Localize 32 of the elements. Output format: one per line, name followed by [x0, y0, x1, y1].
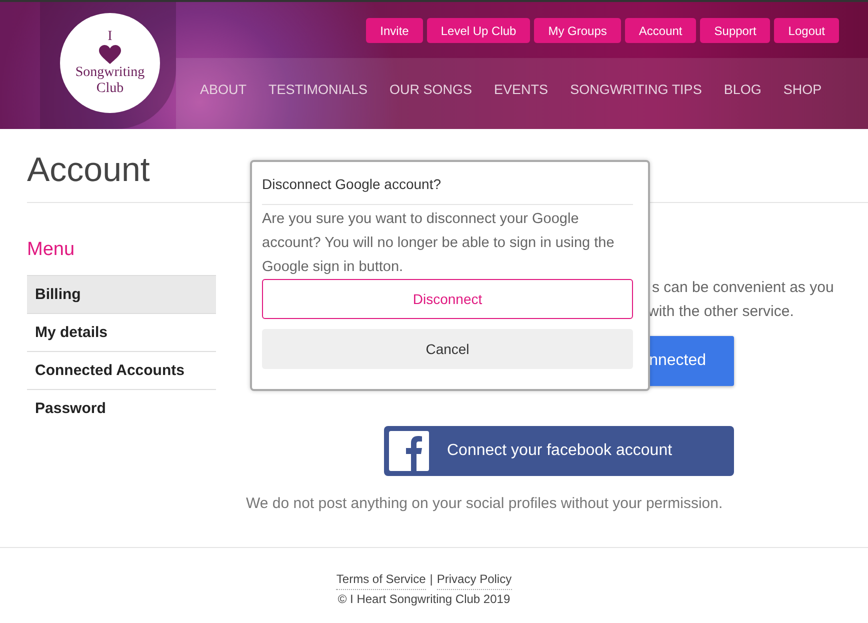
header-button[interactable]: Level Up Club [426, 18, 530, 43]
nav-link[interactable]: BLOG [724, 82, 762, 100]
logo[interactable]: I Songwriting Club [60, 13, 160, 113]
logo-text: Songwriting Club [74, 65, 146, 97]
page-title: Account [27, 151, 150, 190]
nav-link[interactable]: SHOP [783, 82, 822, 100]
logo-text: I [108, 29, 112, 45]
heart-icon [99, 45, 121, 65]
nav-link[interactable]: ABOUT [200, 82, 247, 100]
nav-link[interactable]: OUR SONGS [390, 82, 472, 100]
nav-link[interactable]: EVENTS [494, 82, 548, 100]
header-button[interactable]: Invite [366, 18, 423, 43]
nav-link[interactable]: SONGWRITING TIPS [570, 82, 702, 100]
header-button[interactable]: Account [624, 18, 696, 43]
header-button[interactable]: Logout [774, 18, 839, 43]
cancel-button[interactable]: Cancel [262, 329, 633, 369]
menu-title: Menu [27, 239, 76, 261]
note-text: We do not post anything on your social profiles without your permission. [246, 495, 724, 512]
disconnect-button[interactable]: Disconnect [262, 279, 633, 319]
copyright-text: © I Heart Songwriting Club 2019 [338, 591, 510, 608]
header-button[interactable]: My Groups [534, 18, 621, 43]
header-button[interactable]: Support [700, 18, 770, 43]
nav-link[interactable]: TESTIMONIALS [268, 82, 368, 100]
dialog-text: Are you sure you want to disconnect your Google account? You will no longer be able to sign in using the Google sign in button. [262, 210, 616, 277]
footer-link[interactable]: Privacy Policy [436, 570, 512, 590]
footer-link[interactable]: Terms of Service [336, 570, 426, 590]
dialog-title: Disconnect Google account? [262, 176, 633, 205]
separator-text: | [430, 571, 433, 588]
paragraph-text: s can be convenient as you [652, 278, 834, 296]
menu-item[interactable]: Billing [27, 275, 216, 313]
facebook-button[interactable]: Connect your facebook account [384, 426, 734, 476]
facebook-icon [389, 431, 429, 471]
